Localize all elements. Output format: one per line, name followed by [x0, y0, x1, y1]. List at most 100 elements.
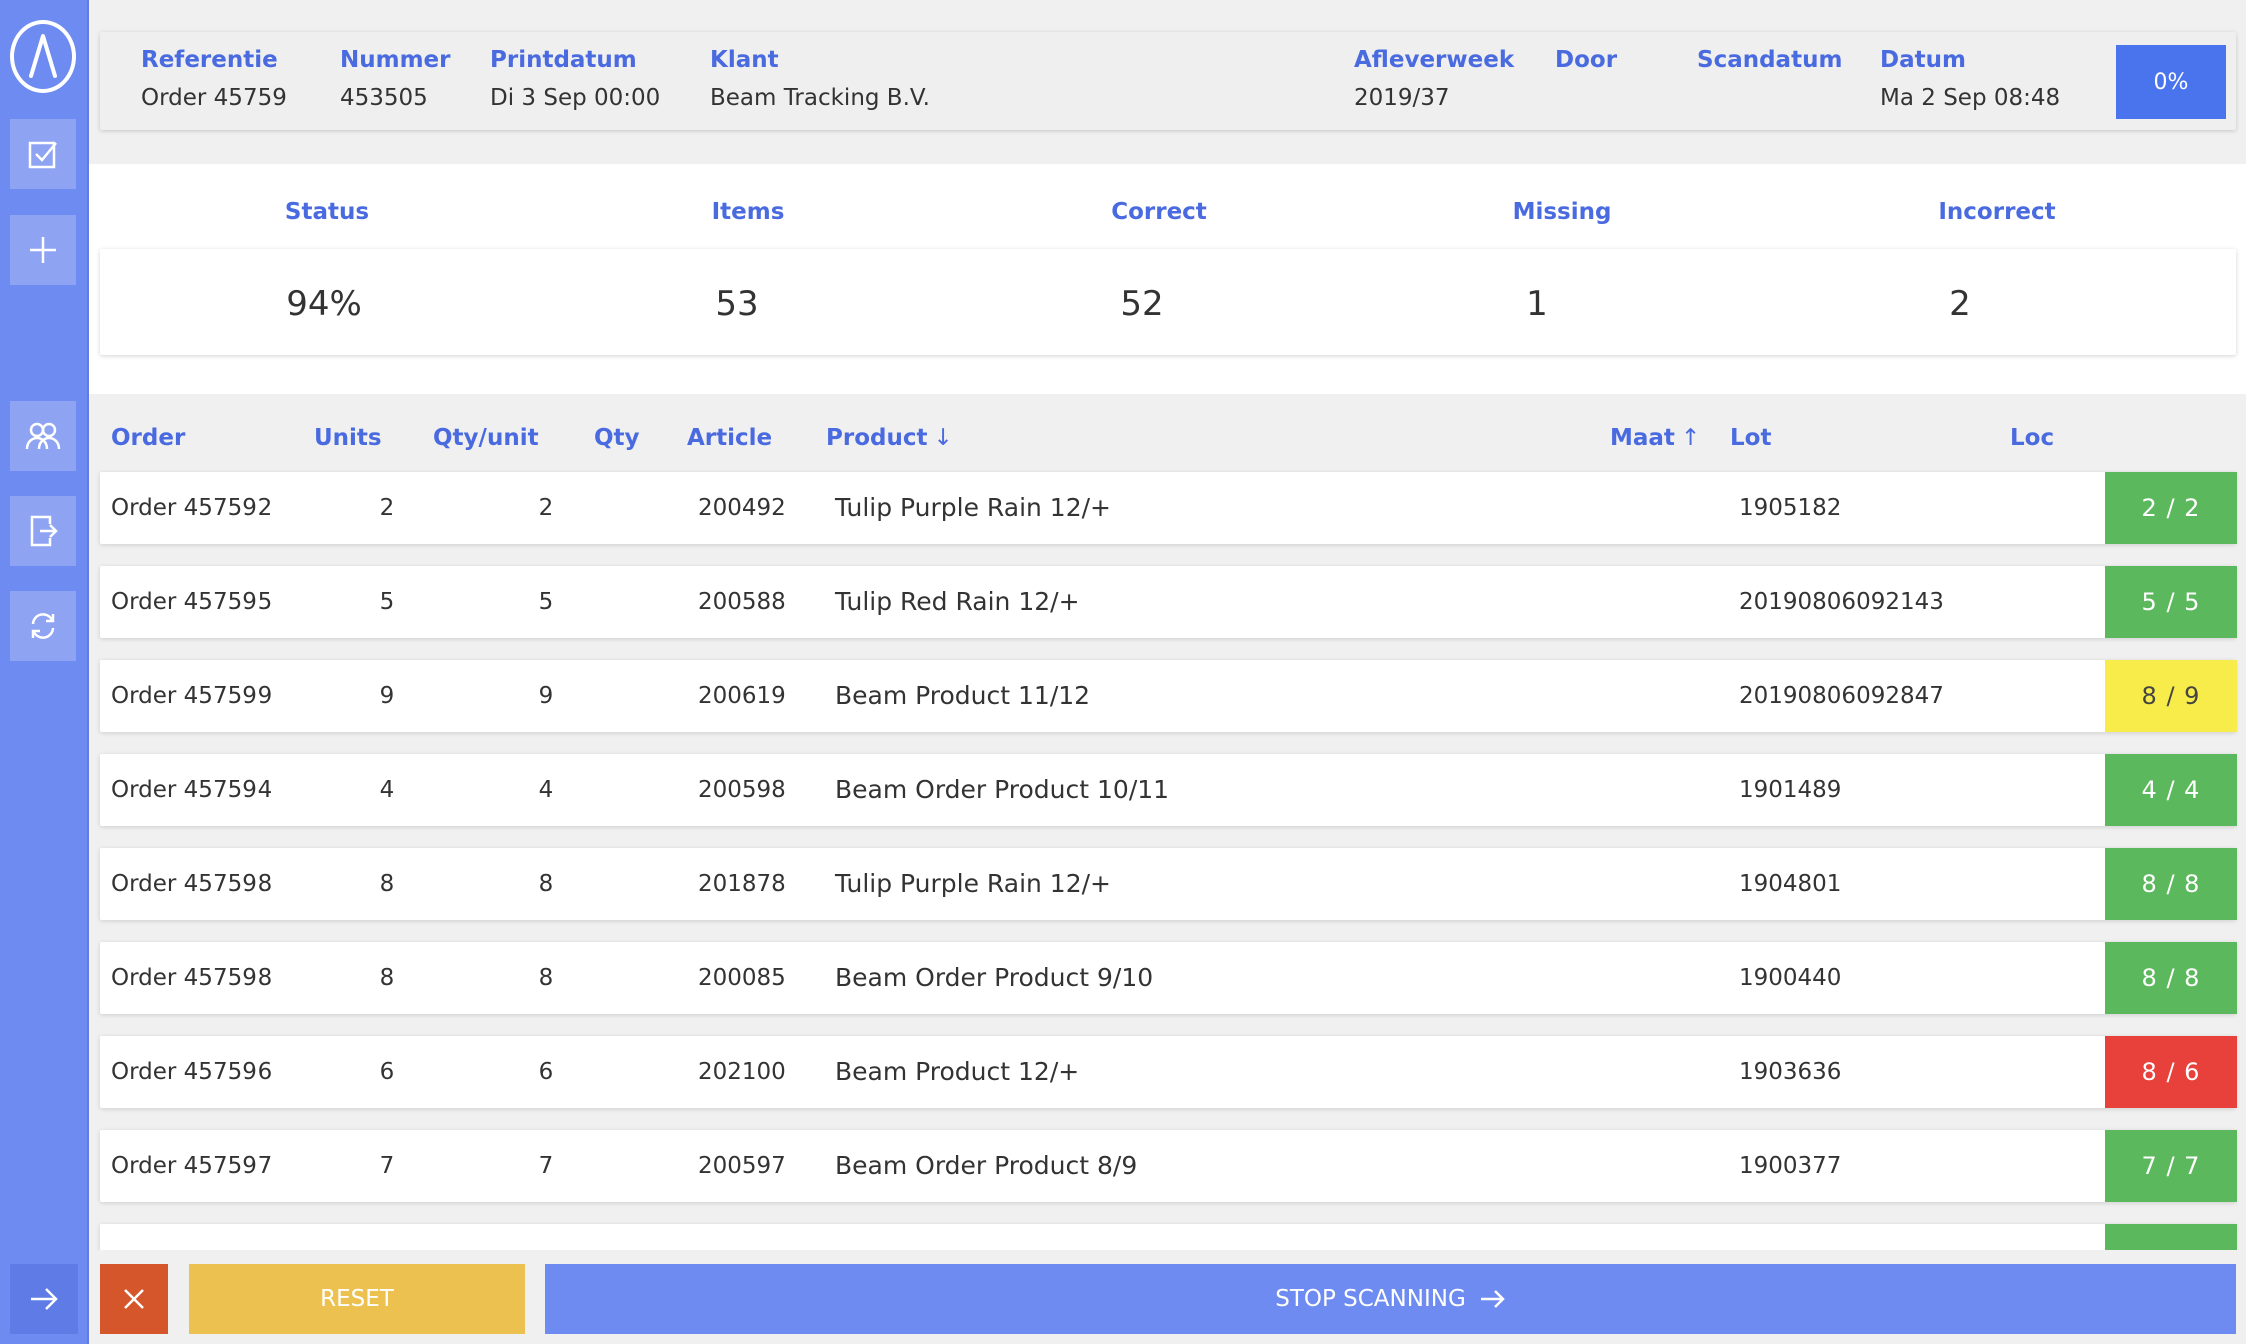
cell-qty-unit: 8	[379, 965, 395, 991]
cell-qty-unit: 4	[379, 777, 395, 803]
column-header-loc[interactable]: Loc	[2010, 421, 2054, 455]
column-header-maat[interactable]: Maat ↑	[1610, 421, 1700, 455]
cell-units: 8	[257, 871, 273, 897]
plus-icon	[30, 237, 56, 263]
header-label: Printdatum	[490, 47, 637, 73]
checkbox-icon	[28, 141, 57, 169]
header-label: Scandatum	[1697, 47, 1843, 73]
cell-units: 7	[257, 1153, 273, 1179]
stop-scanning-button[interactable]: STOP SCANNING	[545, 1264, 2236, 1334]
cell-lot: 1901489	[1739, 777, 1842, 803]
cell-lot: 1905182	[1739, 495, 1842, 521]
stat-label-status: Status	[284, 199, 370, 225]
close-button[interactable]	[100, 1264, 168, 1334]
cell-product: Beam Order Product 9/10	[835, 963, 1154, 992]
scan-count-badge: 8 / 6	[2105, 1036, 2237, 1108]
cell-qty-unit: 2	[379, 495, 395, 521]
cell-product: Tulip Purple Rain 12/+	[835, 493, 1111, 522]
cell-units: 9	[257, 683, 273, 709]
logo-icon	[10, 20, 76, 93]
expand-sidebar-button[interactable]	[10, 1264, 78, 1334]
cell-article: 200492	[698, 495, 786, 521]
stat-value-correct: 52	[1120, 284, 1164, 324]
column-header-article[interactable]: Article	[687, 421, 772, 455]
cell-article: 200598	[698, 777, 786, 803]
stop-scanning-label: STOP SCANNING	[1275, 1286, 1466, 1312]
table-row[interactable]: Order 45759 4 4 4 200598 Beam Order Prod…	[100, 754, 2237, 826]
cell-units: 4	[257, 777, 273, 803]
cell-qty-unit: 6	[379, 1059, 395, 1085]
stat-label-incorrect: Incorrect	[1938, 199, 2056, 225]
table-row[interactable]: Order 45759 9 9 9 200619 Beam Product 11…	[100, 660, 2237, 732]
cell-lot: 1904801	[1739, 871, 1842, 897]
column-header-lot[interactable]: Lot	[1730, 421, 1771, 455]
stat-label-correct: Correct	[1111, 199, 1207, 225]
table-row[interactable]: Order 45759 8 8 8 200085 Beam Order Prod…	[100, 942, 2237, 1014]
cell-qty: 8	[538, 965, 554, 991]
cell-qty: 7	[538, 1153, 554, 1179]
header-value: Beam Tracking B.V.	[710, 85, 930, 111]
scan-count-badge: 8 / 9	[2105, 660, 2237, 732]
header-label: Nummer	[340, 47, 451, 73]
sort-asc-icon: ↑	[1680, 425, 1701, 451]
cell-qty: 8	[538, 871, 554, 897]
column-header-order[interactable]: Order	[111, 421, 185, 455]
scan-count-badge: 7 / 7	[2105, 1130, 2237, 1202]
stat-label-items: Items	[711, 199, 785, 225]
cell-product: Beam Product 11/12	[835, 681, 1091, 710]
checklist-button[interactable]	[10, 119, 76, 189]
header-value: 453505	[340, 85, 428, 111]
cell-article: 200597	[698, 1153, 786, 1179]
sort-desc-icon: ↓	[933, 425, 953, 451]
cell-product: Tulip Purple Rain 12/+	[835, 869, 1111, 898]
scan-count-badge: 8 / 8	[2105, 942, 2237, 1014]
reset-button[interactable]: RESET	[189, 1264, 525, 1334]
order-header-card: Referentie Order 45759 Nummer 453505 Pri…	[100, 32, 2236, 130]
table-row[interactable]: Order 45759 6 6 6 202100 Beam Product 12…	[100, 1036, 2237, 1108]
stat-value-items: 53	[715, 284, 759, 324]
cell-lot: 20190806092847	[1739, 683, 1944, 709]
column-header-qty[interactable]: Qty	[594, 421, 640, 455]
table-body: Order 45759 2 2 2 200492 Tulip Purple Ra…	[0, 470, 2246, 1250]
cell-units: 8	[257, 965, 273, 991]
stat-value-status: 94%	[286, 284, 362, 324]
stat-value-incorrect: 2	[1949, 284, 1971, 324]
table-row[interactable]: Order 45759 7 7 7 200597 Beam Order Prod…	[100, 1130, 2237, 1202]
header-label: Datum	[1880, 47, 1966, 73]
cell-lot: 1900377	[1739, 1153, 1842, 1179]
header-field-scandatum: Scandatum	[1697, 44, 1842, 80]
column-header-product[interactable]: Product ↓	[826, 421, 953, 455]
column-header-qty-unit[interactable]: Qty/unit	[433, 421, 539, 455]
progress-button[interactable]: 0%	[2116, 45, 2226, 119]
header-field-datum: Datum Ma 2 Sep 08:48	[1880, 44, 2060, 116]
column-header-units[interactable]: Units	[314, 421, 382, 455]
close-icon	[124, 1289, 144, 1309]
users-button[interactable]	[10, 401, 76, 471]
header-value: Order 45759	[141, 85, 287, 111]
cell-units: 5	[257, 589, 273, 615]
cell-product: Tulip Red Rain 12/+	[835, 587, 1080, 616]
cell-lot: 1903636	[1739, 1059, 1842, 1085]
header-field-nummer: Nummer 453505	[340, 44, 451, 116]
table-row[interactable]: Order 45759 5 5 5 200588 Tulip Red Rain …	[100, 566, 2237, 638]
add-button[interactable]	[10, 215, 76, 285]
cell-product: Beam Product 12/+	[835, 1057, 1080, 1086]
table-row[interactable]: Order 45759 2 2 2 200492 Tulip Purple Ra…	[100, 472, 2237, 544]
cell-qty: 2	[538, 495, 554, 521]
stat-value-missing: 1	[1526, 284, 1548, 324]
cell-qty: 6	[538, 1059, 554, 1085]
header-value: Ma 2 Sep 08:48	[1880, 85, 2061, 111]
header-value: 2019/37	[1354, 85, 1450, 111]
cell-product: Beam Order Product 8/9	[835, 1151, 1138, 1180]
cell-article: 200619	[698, 683, 786, 709]
arrow-right-icon	[1480, 1290, 1505, 1308]
stat-label-missing: Missing	[1512, 199, 1612, 225]
scan-count-badge: 2 / 2	[2105, 472, 2237, 544]
cell-article: 202100	[698, 1059, 786, 1085]
header-label: Door	[1555, 47, 1618, 73]
table-row-partial[interactable]	[100, 1224, 2237, 1250]
cell-lot: 20190806092143	[1739, 589, 1944, 615]
cell-qty-unit: 7	[379, 1153, 395, 1179]
table-row[interactable]: Order 45759 8 8 8 201878 Tulip Purple Ra…	[100, 848, 2237, 920]
scan-count-badge: 8 / 8	[2105, 848, 2237, 920]
